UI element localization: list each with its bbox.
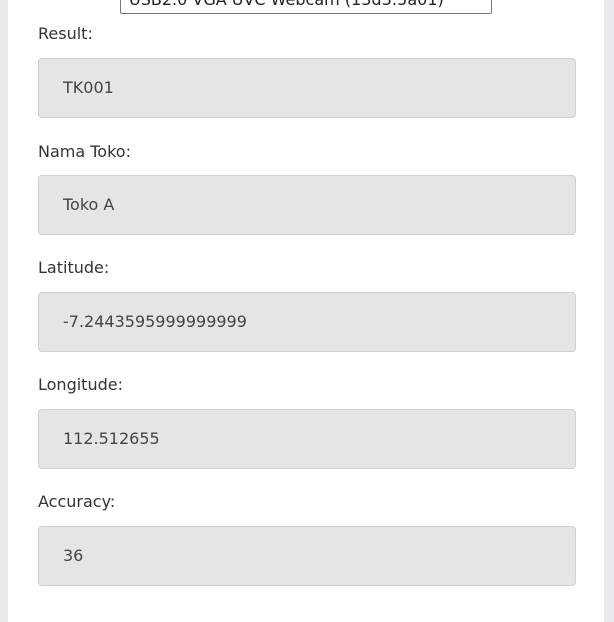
latitude-value[interactable]: -7.2443595999999999	[38, 292, 576, 352]
left-border	[0, 0, 8, 622]
camera-select[interactable]: USB2.0 VGA UVC Webcam (13d3:5a01)	[120, 0, 492, 14]
longitude-label: Longitude:	[38, 375, 123, 394]
latitude-label: Latitude:	[38, 258, 110, 277]
accuracy-label: Accuracy:	[38, 492, 116, 511]
result-value[interactable]: TK001	[38, 58, 576, 118]
nama-toko-label: Nama Toko:	[38, 142, 131, 161]
right-border	[604, 0, 614, 622]
accuracy-value[interactable]: 36	[38, 526, 576, 586]
longitude-value[interactable]: 112.512655	[38, 409, 576, 469]
result-label: Result:	[38, 24, 93, 43]
form-container: USB2.0 VGA UVC Webcam (13d3:5a01) Result…	[0, 0, 614, 622]
nama-toko-value[interactable]: Toko A	[38, 175, 576, 235]
